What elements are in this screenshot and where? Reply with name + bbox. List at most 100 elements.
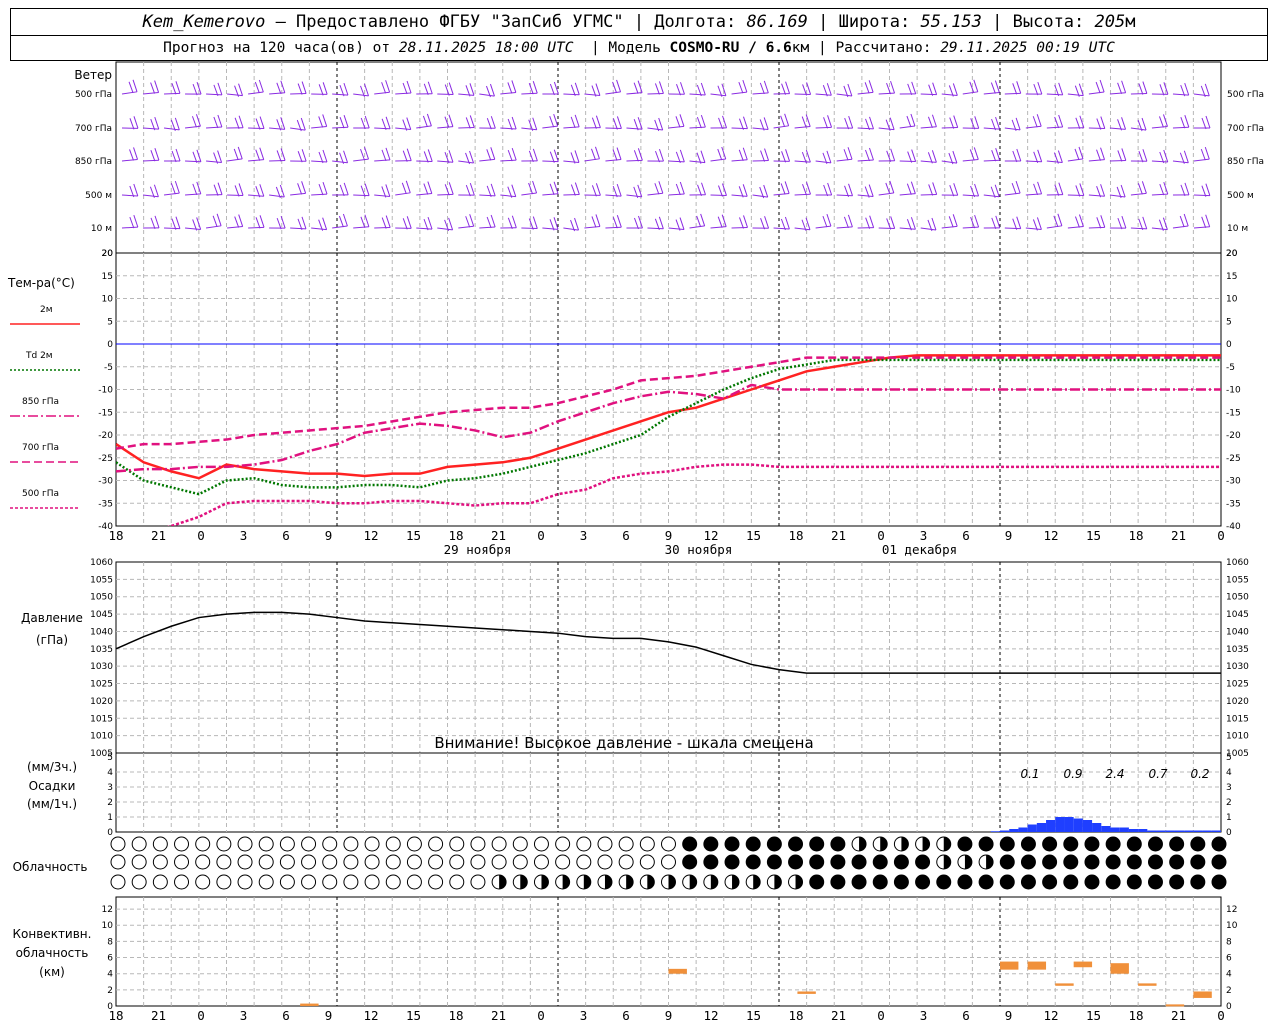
wind-barb xyxy=(878,127,895,131)
wind-barb-feather xyxy=(238,115,244,128)
wind-barb-feather xyxy=(490,116,496,129)
cloud-symbol xyxy=(766,836,782,852)
cloud-symbol xyxy=(1147,836,1163,852)
x-tick-label: 3 xyxy=(580,528,588,543)
cloud-symbol xyxy=(682,854,698,870)
x-tick-label: 0 xyxy=(537,1008,545,1023)
cloud-symbol xyxy=(385,854,401,870)
wind-barb-feather xyxy=(342,213,348,227)
wind-barb-feather xyxy=(276,150,282,162)
wind-barb-feather xyxy=(212,215,218,227)
cloud-half xyxy=(583,875,591,889)
wind-barb-feather xyxy=(847,147,853,160)
wind-barb-feather xyxy=(1016,148,1022,162)
wind-barb xyxy=(521,227,538,230)
wind-barb xyxy=(773,227,790,230)
wind-barb xyxy=(206,160,222,164)
wind-barb-feather xyxy=(1117,82,1123,94)
wind-barb-feather xyxy=(1200,148,1206,161)
cloud-symbol xyxy=(766,854,782,870)
wind-barb-feather xyxy=(742,79,748,93)
wind-barb-feather xyxy=(532,216,538,229)
wind-barb-feather xyxy=(847,214,853,228)
cloud-symbol xyxy=(195,874,211,890)
wind-barb-feather xyxy=(339,184,345,197)
cloud-symbol xyxy=(618,854,634,870)
wind-barb-feather xyxy=(595,115,601,128)
wind-barb-feather xyxy=(697,184,702,196)
wind-barb-feather xyxy=(949,117,955,129)
wind-barb-feather xyxy=(801,116,807,128)
wind-barb xyxy=(121,91,138,95)
x-tick-label: 0 xyxy=(877,528,885,543)
wind-barb-feather xyxy=(1184,182,1190,196)
wind-barb xyxy=(1025,160,1042,163)
pressure-tick-right: 1045 xyxy=(1226,610,1249,620)
wind-barb xyxy=(163,192,180,196)
wind-barb xyxy=(248,127,265,130)
pressure-tick-right: 1035 xyxy=(1226,645,1249,655)
wind-barb-feather xyxy=(511,116,517,130)
wind-barb xyxy=(899,227,916,230)
convective-cloud-panel: 12 1210 108 86 64 42 20 0Конвективн.облачность(… xyxy=(13,896,1238,1023)
wind-barb-feather xyxy=(532,148,538,162)
cloud-half xyxy=(964,855,972,869)
wind-barb-feather xyxy=(869,215,875,228)
wind-barb xyxy=(227,93,243,97)
wind-barb xyxy=(710,93,726,97)
cloud-symbol xyxy=(809,854,825,870)
wind-barb-feather xyxy=(780,183,786,195)
wind-barb-feather xyxy=(343,150,349,163)
x-tick-label: 3 xyxy=(920,528,928,543)
conv-bar xyxy=(797,991,816,994)
wind-barb-feather xyxy=(823,117,829,129)
wind-barb xyxy=(815,126,832,129)
cloud-symbol xyxy=(597,854,613,870)
wind-barb xyxy=(647,92,664,95)
wind-barb-feather xyxy=(974,116,980,129)
wind-barb-feather xyxy=(1183,150,1189,163)
wind-barb-feather xyxy=(532,180,538,194)
wind-barb xyxy=(1088,194,1105,197)
conv-bar xyxy=(668,968,687,974)
wind-barb-feather xyxy=(994,184,1000,197)
wind-barb-feather xyxy=(1184,115,1190,128)
wind-barb-feather xyxy=(722,183,727,196)
cloud-symbol xyxy=(174,854,190,870)
wind-barb-feather xyxy=(658,81,664,94)
precip-tick-left: 1 xyxy=(107,813,113,823)
wind-barb-feather xyxy=(490,183,496,197)
cloud-symbol xyxy=(915,854,931,870)
wind-barb xyxy=(689,225,705,229)
wind-barb xyxy=(142,194,159,198)
wind-barb-feather xyxy=(658,117,664,131)
wind-barb-feather xyxy=(784,113,790,126)
wind-barb-feather xyxy=(1036,217,1042,230)
wind-barb-feather xyxy=(868,184,874,197)
wind-barb xyxy=(185,125,201,129)
cloud-symbol xyxy=(661,836,676,852)
wind-barb xyxy=(1109,194,1126,198)
cloud-symbol xyxy=(1126,874,1142,890)
wind-barb xyxy=(1130,227,1147,230)
wind-barb-feather xyxy=(889,180,895,194)
precip-title: Осадки xyxy=(29,779,76,793)
cloud-symbol xyxy=(639,836,655,852)
wind-barb-feather xyxy=(259,184,265,197)
wind-barb xyxy=(290,127,306,131)
wind-barb-feather xyxy=(1015,180,1021,194)
wind-barb-feather xyxy=(213,116,219,129)
wind-barb xyxy=(878,192,894,196)
cloud-symbol xyxy=(915,874,931,890)
cloud-symbol xyxy=(364,836,380,852)
wind-barb-feather xyxy=(848,115,854,129)
cloud-symbol xyxy=(999,874,1015,890)
wind-barb xyxy=(374,159,391,162)
cloud-symbol xyxy=(258,836,274,852)
wind-barb-feather xyxy=(655,150,660,163)
x-tick-label: 6 xyxy=(962,528,970,543)
wind-barb-feather xyxy=(1141,181,1147,194)
wind-barb-feather xyxy=(696,116,702,129)
pressure-tick-left: 1045 xyxy=(90,610,113,620)
wind-barb xyxy=(731,91,747,95)
